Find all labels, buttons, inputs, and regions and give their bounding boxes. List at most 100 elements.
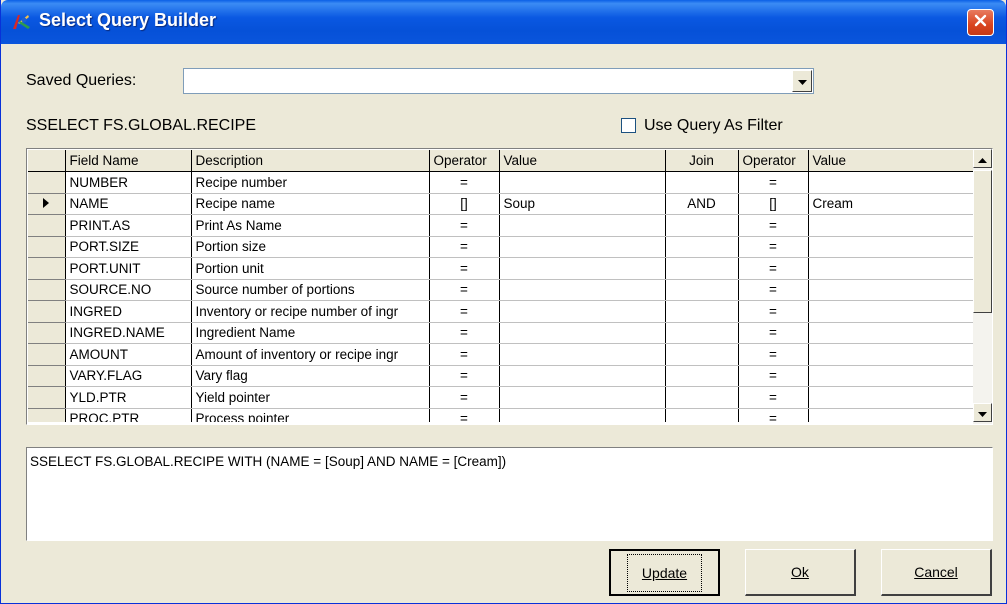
join-cell[interactable] bbox=[665, 386, 739, 409]
title-bar[interactable]: Select Query Builder bbox=[1, 0, 1006, 44]
value-cell[interactable] bbox=[499, 343, 666, 366]
operator2-cell[interactable]: = bbox=[738, 386, 809, 409]
ok-button[interactable]: Ok bbox=[745, 549, 856, 596]
value-cell[interactable] bbox=[499, 214, 666, 237]
value-cell[interactable] bbox=[499, 257, 666, 280]
saved-queries-dropdown[interactable] bbox=[183, 68, 814, 94]
value-cell[interactable] bbox=[499, 171, 666, 194]
row-selector[interactable] bbox=[28, 386, 66, 409]
operator-cell[interactable]: = bbox=[429, 300, 500, 323]
table-row[interactable]: PROC.PTR Process pointer = = bbox=[28, 408, 973, 422]
column-header[interactable]: Description bbox=[191, 150, 430, 172]
value2-cell[interactable] bbox=[808, 408, 973, 422]
operator2-cell[interactable]: = bbox=[738, 365, 809, 387]
query-text-area[interactable]: SSELECT FS.GLOBAL.RECIPE WITH (NAME = [S… bbox=[26, 447, 993, 541]
table-row[interactable]: NUMBER Recipe number = = bbox=[28, 171, 973, 194]
table-row[interactable]: AMOUNT Amount of inventory or recipe ingr… bbox=[28, 343, 973, 366]
close-button[interactable] bbox=[967, 9, 994, 36]
field-name-cell[interactable]: NUMBER bbox=[65, 171, 192, 194]
description-cell[interactable]: Amount of inventory or recipe ingr bbox=[191, 343, 430, 366]
row-selector[interactable] bbox=[28, 279, 66, 301]
column-header[interactable]: Value bbox=[499, 150, 666, 172]
description-cell[interactable]: Ingredient Name bbox=[191, 322, 430, 344]
value-cell[interactable]: Soup bbox=[499, 193, 666, 215]
operator2-cell[interactable]: = bbox=[738, 279, 809, 301]
description-cell[interactable]: Source number of portions bbox=[191, 279, 430, 301]
operator2-cell[interactable]: = bbox=[738, 300, 809, 323]
operator2-cell[interactable]: = bbox=[738, 171, 809, 194]
join-cell[interactable] bbox=[665, 365, 739, 387]
value2-cell[interactable] bbox=[808, 257, 973, 280]
join-cell[interactable] bbox=[665, 214, 739, 237]
field-name-cell[interactable]: VARY.FLAG bbox=[65, 365, 192, 387]
field-name-cell[interactable]: INGRED bbox=[65, 300, 192, 323]
field-name-cell[interactable]: PRINT.AS bbox=[65, 214, 192, 237]
operator-cell[interactable]: = bbox=[429, 171, 500, 194]
scroll-thumb[interactable] bbox=[973, 170, 992, 313]
field-name-cell[interactable]: PORT.SIZE bbox=[65, 236, 192, 258]
column-header[interactable]: Operator bbox=[429, 150, 500, 172]
field-name-cell[interactable]: PROC.PTR bbox=[65, 408, 192, 422]
table-row[interactable]: INGRED Inventory or recipe number of ingr… bbox=[28, 300, 973, 323]
description-cell[interactable]: Print As Name bbox=[191, 214, 430, 237]
operator-cell[interactable]: = bbox=[429, 386, 500, 409]
value2-cell[interactable] bbox=[808, 343, 973, 366]
value-cell[interactable] bbox=[499, 322, 666, 344]
join-cell[interactable] bbox=[665, 279, 739, 301]
description-cell[interactable]: Vary flag bbox=[191, 365, 430, 387]
value2-cell[interactable] bbox=[808, 365, 973, 387]
scroll-up-button[interactable] bbox=[973, 149, 992, 168]
description-cell[interactable]: Recipe number bbox=[191, 171, 430, 194]
description-cell[interactable]: Portion unit bbox=[191, 257, 430, 280]
join-cell[interactable] bbox=[665, 236, 739, 258]
use-query-as-filter-label[interactable]: Use Query As Filter bbox=[644, 117, 783, 135]
operator2-cell[interactable]: = bbox=[738, 408, 809, 422]
row-selector[interactable] bbox=[28, 193, 66, 215]
row-selector[interactable] bbox=[28, 236, 66, 258]
value2-cell[interactable] bbox=[808, 214, 973, 237]
table-row[interactable]: YLD.PTR Yield pointer = = bbox=[28, 386, 973, 409]
operator-cell[interactable]: = bbox=[429, 279, 500, 301]
row-selector[interactable] bbox=[28, 343, 66, 366]
column-header[interactable]: Value bbox=[808, 150, 973, 172]
value2-cell[interactable] bbox=[808, 386, 973, 409]
operator-cell[interactable]: = bbox=[429, 214, 500, 237]
column-header[interactable]: Field Name bbox=[65, 150, 192, 172]
value-cell[interactable] bbox=[499, 236, 666, 258]
operator-cell[interactable]: = bbox=[429, 257, 500, 280]
table-row[interactable]: PORT.UNIT Portion unit = = bbox=[28, 257, 973, 280]
table-row[interactable]: SOURCE.NO Source number of portions = = bbox=[28, 279, 973, 301]
row-selector[interactable] bbox=[28, 300, 66, 323]
column-header[interactable]: Join bbox=[665, 150, 739, 172]
value-cell[interactable] bbox=[499, 408, 666, 422]
value-cell[interactable] bbox=[499, 300, 666, 323]
join-cell[interactable] bbox=[665, 322, 739, 344]
description-cell[interactable]: Inventory or recipe number of ingr bbox=[191, 300, 430, 323]
value-cell[interactable] bbox=[499, 279, 666, 301]
operator2-cell[interactable]: [] bbox=[738, 193, 809, 215]
operator-cell[interactable]: [] bbox=[429, 193, 500, 215]
row-selector[interactable] bbox=[28, 408, 66, 422]
field-name-cell[interactable]: AMOUNT bbox=[65, 343, 192, 366]
operator2-cell[interactable]: = bbox=[738, 322, 809, 344]
join-cell[interactable]: AND bbox=[665, 193, 739, 215]
join-cell[interactable] bbox=[665, 257, 739, 280]
value-cell[interactable] bbox=[499, 386, 666, 409]
use-query-as-filter-checkbox[interactable] bbox=[621, 118, 636, 133]
value2-cell[interactable] bbox=[808, 279, 973, 301]
join-cell[interactable] bbox=[665, 171, 739, 194]
field-name-cell[interactable]: SOURCE.NO bbox=[65, 279, 192, 301]
dropdown-button[interactable] bbox=[792, 70, 812, 92]
table-row[interactable]: PORT.SIZE Portion size = = bbox=[28, 236, 973, 258]
table-row[interactable]: PRINT.AS Print As Name = = bbox=[28, 214, 973, 237]
operator2-cell[interactable]: = bbox=[738, 236, 809, 258]
table-row[interactable]: INGRED.NAME Ingredient Name = = bbox=[28, 322, 973, 344]
row-selector[interactable] bbox=[28, 322, 66, 344]
description-cell[interactable]: Portion size bbox=[191, 236, 430, 258]
value2-cell[interactable]: Cream bbox=[808, 193, 973, 215]
operator2-cell[interactable]: = bbox=[738, 257, 809, 280]
row-selector[interactable] bbox=[28, 257, 66, 280]
field-name-cell[interactable]: YLD.PTR bbox=[65, 386, 192, 409]
cancel-button[interactable]: Cancel bbox=[881, 549, 992, 596]
operator-cell[interactable]: = bbox=[429, 236, 500, 258]
